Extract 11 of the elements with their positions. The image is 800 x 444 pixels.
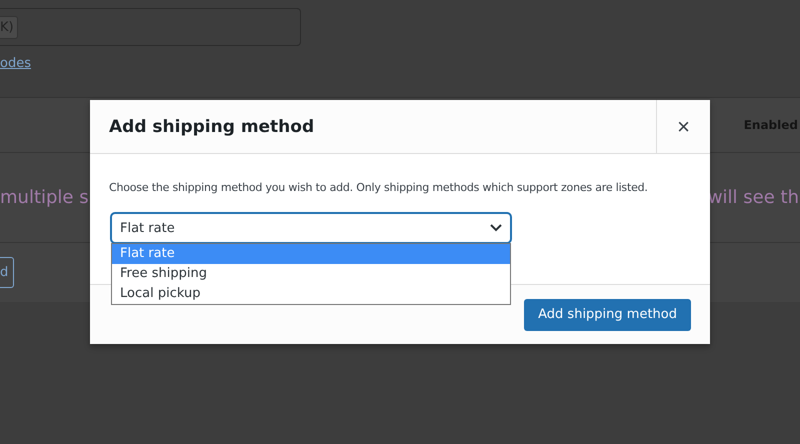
modal-title: Add shipping method [108,116,316,138]
add-shipping-method-button[interactable]: Add shipping method [524,298,691,330]
modal-description: Choose the shipping method you wish to add. Only shipping methods which support zones are listed. [109,180,648,195]
background-text: will see th [708,187,799,208]
background-link[interactable]: odes [0,56,31,71]
shipping-method-select[interactable]: Flat rate [111,213,511,243]
dropdown-option[interactable]: Flat rate [112,244,510,264]
background-text: multiple s [0,187,89,208]
close-button[interactable]: × [656,100,710,153]
background-button[interactable]: d [0,257,14,288]
chevron-down-icon [490,224,502,232]
